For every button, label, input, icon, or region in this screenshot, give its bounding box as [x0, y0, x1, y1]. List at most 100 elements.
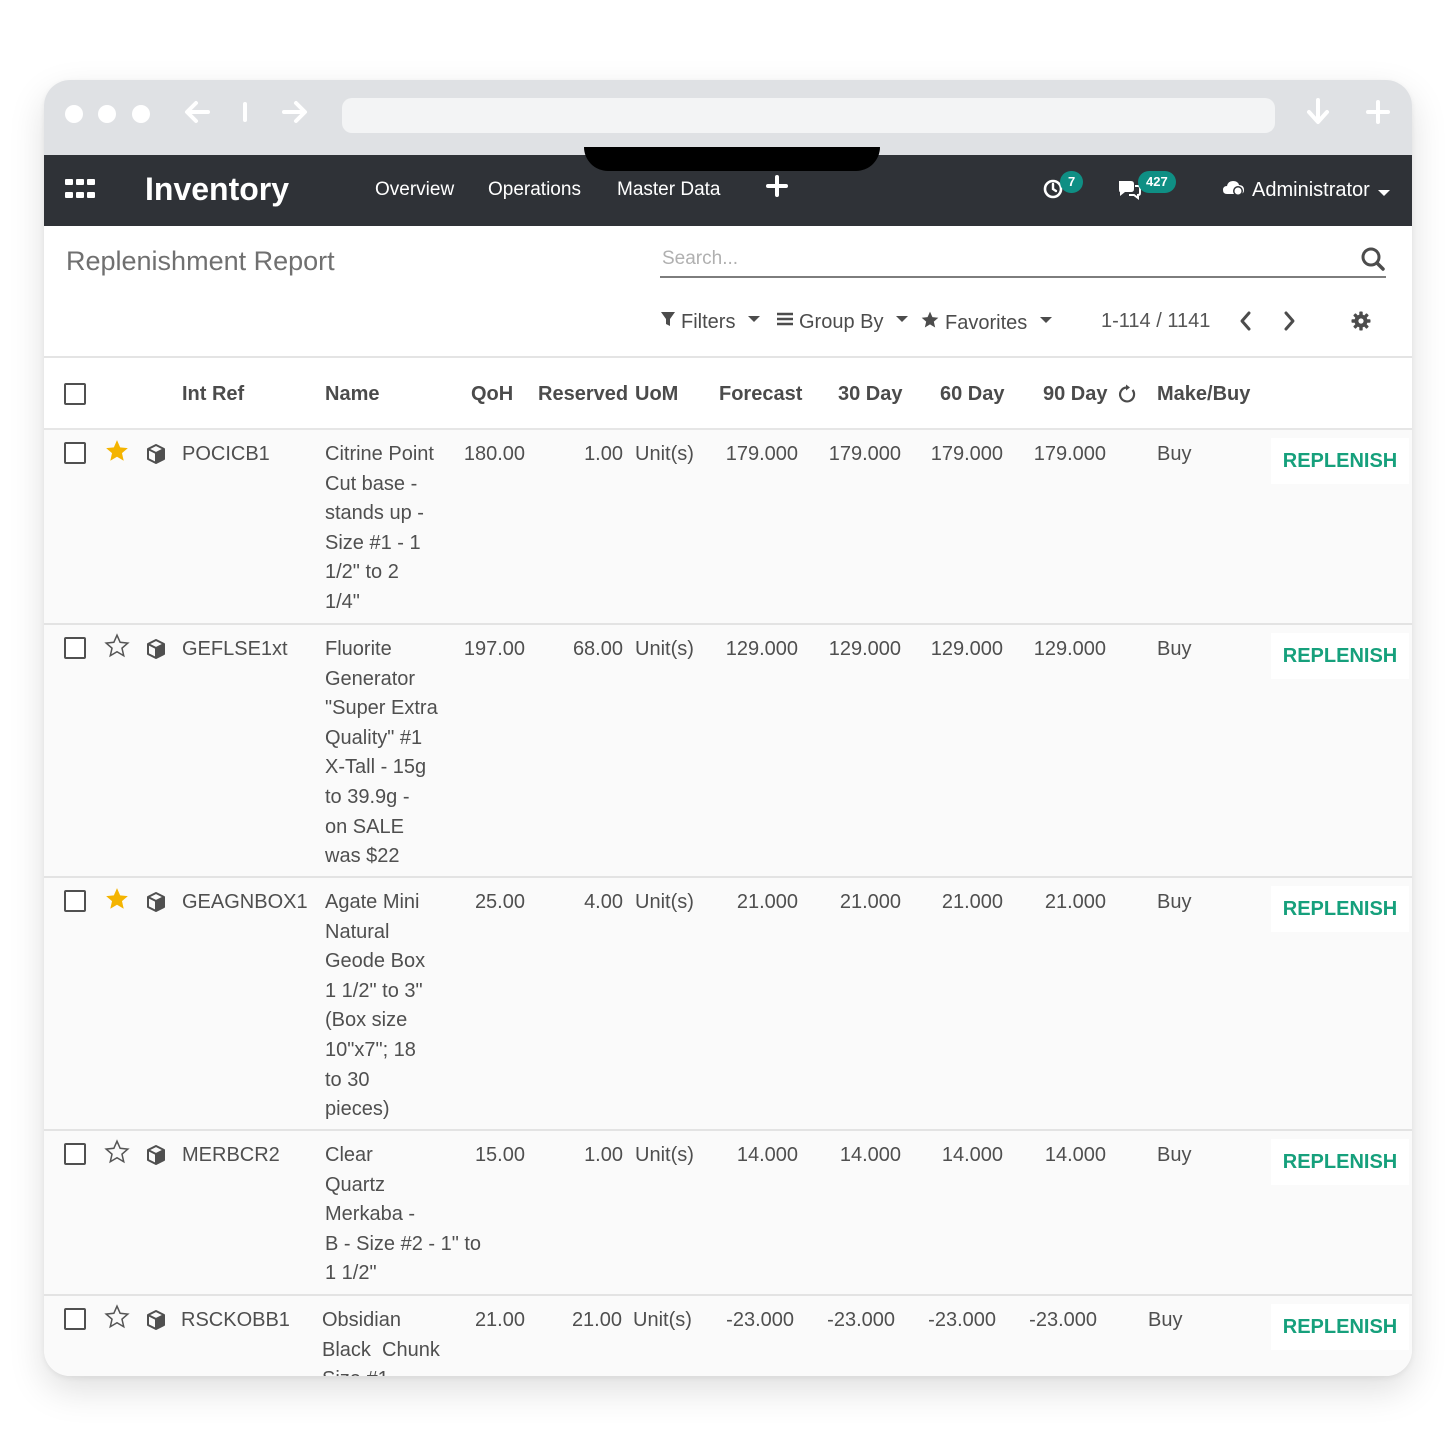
- cell-30-day: -23.000: [827, 1309, 895, 1331]
- cell-make-buy: Buy: [1148, 1309, 1183, 1331]
- cell-qoh: 180.00: [463, 443, 525, 465]
- cell-90-day: 129.000: [1033, 638, 1106, 660]
- replenish-button[interactable]: REPLENISH: [1271, 886, 1409, 932]
- cell-uom: Unit(s): [635, 443, 694, 465]
- search-icon[interactable]: [1360, 246, 1386, 277]
- select-all-checkbox[interactable]: [64, 383, 86, 405]
- cube-icon: [145, 638, 167, 665]
- group-by-button[interactable]: Group By: [776, 310, 909, 334]
- chevron-down-icon: [1040, 317, 1053, 323]
- replenish-button[interactable]: REPLENISH: [1271, 633, 1409, 679]
- favorites-button[interactable]: Favorites: [920, 310, 1053, 336]
- refresh-icon[interactable]: [1117, 384, 1137, 409]
- column-header-30-day[interactable]: 30 Day: [838, 383, 903, 406]
- user-avatar-icon: [1222, 178, 1246, 204]
- cell-uom: Unit(s): [633, 1309, 692, 1331]
- cube-icon: [145, 443, 167, 470]
- cell-60-day: -23.000: [928, 1309, 996, 1331]
- star-outline-icon[interactable]: [104, 633, 130, 664]
- list-bars-icon: [776, 310, 794, 334]
- filter-funnel-icon: [660, 310, 676, 334]
- cell-reserved: 4.00: [584, 891, 623, 913]
- column-header-reserved[interactable]: Reserved: [538, 383, 628, 406]
- replenish-button[interactable]: REPLENISH: [1271, 1139, 1409, 1185]
- replenish-button[interactable]: REPLENISH: [1271, 1304, 1409, 1350]
- star-filled-icon[interactable]: [104, 886, 130, 917]
- row-checkbox[interactable]: [64, 1143, 86, 1165]
- pager-next-icon[interactable]: [1281, 310, 1297, 337]
- column-header-60-day[interactable]: 60 Day: [940, 383, 1005, 406]
- user-menu[interactable]: Administrator: [1222, 178, 1390, 204]
- window-maximize-dot[interactable]: [132, 105, 150, 123]
- table-row[interactable]: MERBCR2 Clear Quartz Merkaba - B - Size …: [44, 1131, 1412, 1296]
- menu-overview[interactable]: Overview: [375, 179, 454, 201]
- cell-qoh: 25.00: [474, 891, 525, 913]
- cell-qoh: 21.00: [474, 1309, 525, 1331]
- browser-window: Inventory Overview Operations Master Dat…: [44, 80, 1412, 1376]
- back-arrow-icon[interactable]: [182, 97, 212, 135]
- star-filled-icon[interactable]: [104, 438, 130, 469]
- add-menu-plus-icon[interactable]: [766, 173, 788, 206]
- column-header-uom[interactable]: UoM: [635, 383, 678, 406]
- group-by-label: Group By: [799, 310, 884, 333]
- browser-chrome: [44, 80, 1412, 155]
- gear-icon[interactable]: [1351, 311, 1371, 336]
- column-header-qoh[interactable]: QoH: [471, 383, 513, 406]
- table-row[interactable]: GEFLSE1xt Fluorite Generator "Super Extr…: [44, 625, 1412, 878]
- column-header-forecast[interactable]: Forecast: [719, 383, 802, 406]
- row-checkbox[interactable]: [64, 1308, 86, 1330]
- cell-make-buy: Buy: [1157, 891, 1192, 913]
- address-bar[interactable]: [342, 98, 1275, 133]
- apps-menu-icon[interactable]: [65, 179, 95, 201]
- window-minimize-dot[interactable]: [98, 105, 116, 123]
- activity-badge: 7: [1060, 171, 1084, 193]
- column-header-name[interactable]: Name: [325, 383, 379, 406]
- cell-reserved: 1.00: [584, 1144, 623, 1166]
- cell-name: Citrine Point Cut base - stands up - Siz…: [325, 443, 434, 613]
- star-outline-icon[interactable]: [104, 1304, 130, 1335]
- row-checkbox[interactable]: [64, 637, 86, 659]
- cell-int-ref: MERBCR2: [182, 1144, 280, 1166]
- menu-master-data[interactable]: Master Data: [617, 179, 720, 201]
- cell-90-day: 14.000: [1044, 1144, 1106, 1166]
- forward-arrow-icon[interactable]: [280, 97, 310, 135]
- cell-name: Agate Mini Natural Geode Box 1 1/2" to 3…: [325, 891, 426, 1121]
- cell-int-ref: GEAGNBOX1: [182, 891, 308, 913]
- table-row[interactable]: RSCKOBB1 Obsidian Black Chunk Size #1 - …: [44, 1296, 1412, 1376]
- row-checkbox[interactable]: [64, 890, 86, 912]
- app-name[interactable]: Inventory: [145, 171, 289, 208]
- cell-int-ref: RSCKOBB1: [181, 1309, 290, 1331]
- row-checkbox[interactable]: [64, 442, 86, 464]
- cell-qoh: 15.00: [474, 1144, 525, 1166]
- download-icon[interactable]: [1304, 97, 1332, 135]
- column-header-make-buy[interactable]: Make/Buy: [1157, 383, 1250, 406]
- cell-forecast: 21.000: [736, 891, 798, 913]
- pager-value[interactable]: 1-114 / 1141: [1101, 310, 1210, 333]
- replenish-button[interactable]: REPLENISH: [1271, 438, 1409, 484]
- favorites-label: Favorites: [945, 311, 1028, 334]
- cell-30-day: 21.000: [839, 891, 901, 913]
- table-row[interactable]: GEAGNBOX1 Agate Mini Natural Geode Box 1…: [44, 878, 1412, 1131]
- window-close-dot[interactable]: [65, 105, 83, 123]
- reload-bar-icon[interactable]: [241, 97, 249, 135]
- messages-badge: 427: [1138, 171, 1176, 193]
- cell-90-day: 179.000: [1033, 443, 1106, 465]
- column-header-90-day[interactable]: 90 Day: [1043, 383, 1108, 406]
- table-row[interactable]: POCICB1 Citrine Point Cut base - stands …: [44, 430, 1412, 625]
- cell-reserved: 1.00: [584, 443, 623, 465]
- cube-icon: [145, 1309, 167, 1336]
- cell-60-day: 14.000: [941, 1144, 1003, 1166]
- star-outline-icon[interactable]: [104, 1139, 130, 1170]
- column-header-int-ref[interactable]: Int Ref: [182, 383, 244, 406]
- filters-button[interactable]: Filters: [660, 310, 761, 334]
- camera-notch: [584, 147, 880, 171]
- cell-make-buy: Buy: [1157, 638, 1192, 660]
- cell-forecast: 179.000: [725, 443, 798, 465]
- new-tab-plus-icon[interactable]: [1364, 97, 1392, 135]
- search-input[interactable]: [660, 244, 1300, 274]
- cell-30-day: 129.000: [828, 638, 901, 660]
- menu-operations[interactable]: Operations: [488, 179, 581, 201]
- cell-name: Fluorite Generator "Super Extra Quality"…: [325, 638, 438, 868]
- pager-previous-icon[interactable]: [1238, 310, 1254, 337]
- cell-60-day: 129.000: [930, 638, 1003, 660]
